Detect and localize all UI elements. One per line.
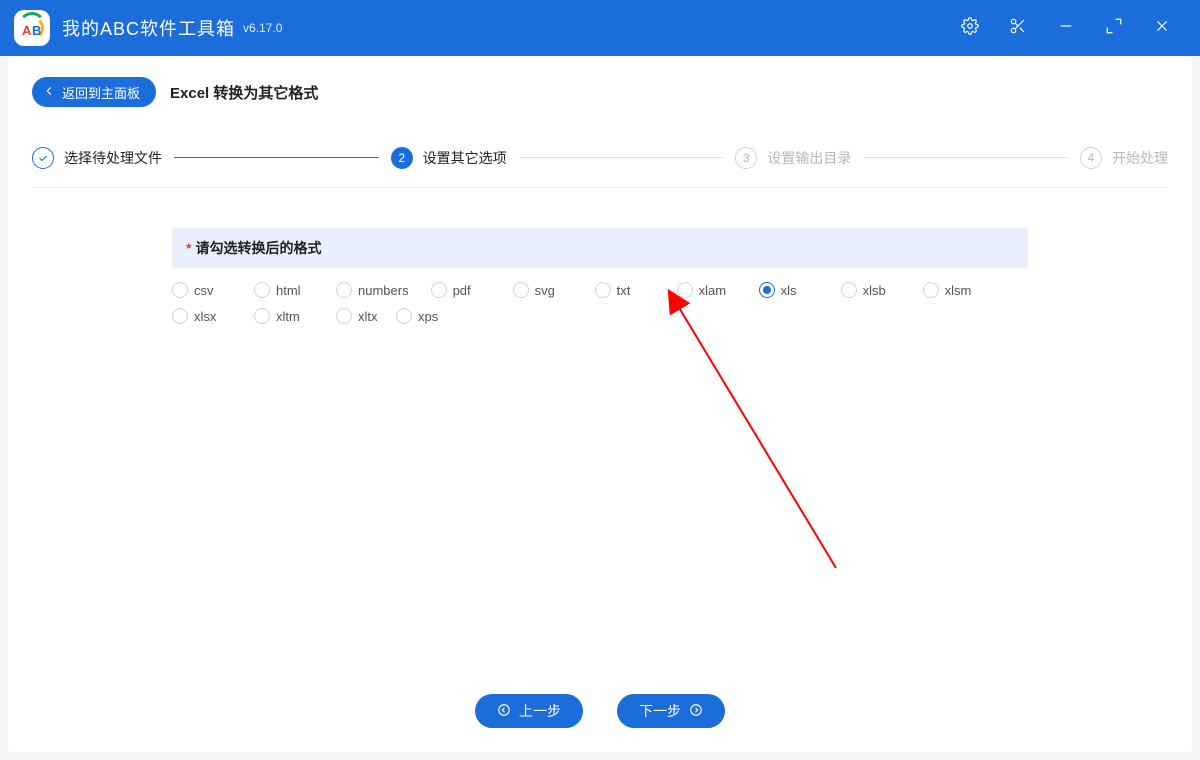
gear-icon: [961, 17, 979, 40]
step-3-label: 设置输出目录: [767, 148, 851, 168]
step-2[interactable]: 2 设置其它选项: [391, 147, 507, 169]
format-option-label: csv: [194, 283, 214, 298]
app-version: v6.17.0: [243, 21, 282, 35]
back-button-label: 返回到主面板: [62, 83, 140, 102]
step-4-number: 4: [1080, 147, 1102, 169]
chevron-left-icon: [42, 84, 56, 101]
step-line-1: [174, 157, 379, 158]
format-option-label: xltx: [358, 309, 378, 324]
prev-button[interactable]: 上一步: [475, 694, 583, 728]
step-1-label: 选择待处理文件: [64, 148, 162, 168]
app-logo: AB: [14, 10, 50, 46]
format-option-xltm[interactable]: xltm: [254, 308, 314, 324]
step-line-2: [519, 157, 724, 158]
format-option-xlam[interactable]: xlam: [677, 282, 737, 298]
format-option-label: xlsb: [863, 283, 886, 298]
tools-button[interactable]: [994, 0, 1042, 56]
check-icon: [32, 147, 54, 169]
radio-icon: [336, 308, 352, 324]
format-option-numbers[interactable]: numbers: [336, 282, 409, 298]
radio-icon: [595, 282, 611, 298]
page-header: 返回到主面板 Excel 转换为其它格式: [32, 56, 1168, 128]
maximize-button[interactable]: [1090, 0, 1138, 56]
format-option-label: numbers: [358, 283, 409, 298]
format-option-label: txt: [617, 283, 631, 298]
format-option-label: xltm: [276, 309, 300, 324]
app-title: 我的ABC软件工具箱: [62, 15, 235, 41]
format-option-label: svg: [535, 283, 555, 298]
step-2-number: 2: [391, 147, 413, 169]
format-option-xls[interactable]: xls: [759, 282, 819, 298]
page-title: Excel 转换为其它格式: [170, 82, 318, 103]
format-option-pdf[interactable]: pdf: [431, 282, 491, 298]
format-option-html[interactable]: html: [254, 282, 314, 298]
step-2-label: 设置其它选项: [423, 148, 507, 168]
step-4-label: 开始处理: [1112, 148, 1168, 168]
format-option-svg[interactable]: svg: [513, 282, 573, 298]
titlebar: AB 我的ABC软件工具箱 v6.17.0: [0, 0, 1200, 56]
format-option-xlsb[interactable]: xlsb: [841, 282, 901, 298]
settings-button[interactable]: [946, 0, 994, 56]
footer-nav: 上一步 下一步: [32, 674, 1168, 752]
format-option-label: pdf: [453, 283, 471, 298]
next-button[interactable]: 下一步: [617, 694, 725, 728]
step-3[interactable]: 3 设置输出目录: [735, 147, 851, 169]
radio-icon: [336, 282, 352, 298]
main-card: 返回到主面板 Excel 转换为其它格式 选择待处理文件 2 设置其它选项 3 …: [8, 56, 1192, 752]
format-option-csv[interactable]: csv: [172, 282, 232, 298]
format-radio-group: csv html numbers pdf svg txt xlam xls xlsb xlsm xl…: [172, 268, 1028, 324]
format-option-txt[interactable]: txt: [595, 282, 655, 298]
radio-icon: [759, 282, 775, 298]
step-4[interactable]: 4 开始处理: [1080, 147, 1168, 169]
format-option-label: html: [276, 283, 301, 298]
step-1[interactable]: 选择待处理文件: [32, 147, 162, 169]
radio-icon: [172, 308, 188, 324]
minimize-icon: [1057, 17, 1075, 40]
format-option-xlsx[interactable]: xlsx: [172, 308, 232, 324]
section-title-bar: *请勾选转换后的格式: [172, 228, 1028, 268]
format-option-xlsm[interactable]: xlsm: [923, 282, 983, 298]
step-line-3: [863, 157, 1068, 158]
radio-icon: [923, 282, 939, 298]
format-option-label: xlsx: [194, 309, 216, 324]
prev-button-label: 上一步: [519, 701, 561, 721]
radio-icon: [677, 282, 693, 298]
radio-icon: [396, 308, 412, 324]
chevron-left-circle-icon: [497, 703, 511, 720]
stepper: 选择待处理文件 2 设置其它选项 3 设置输出目录 4 开始处理: [32, 128, 1168, 188]
page-body: 返回到主面板 Excel 转换为其它格式 选择待处理文件 2 设置其它选项 3 …: [0, 56, 1200, 760]
chevron-right-circle-icon: [689, 703, 703, 720]
format-option-xps[interactable]: xps: [396, 308, 456, 324]
radio-icon: [431, 282, 447, 298]
back-button[interactable]: 返回到主面板: [32, 77, 156, 107]
format-option-label: xps: [418, 309, 438, 324]
maximize-icon: [1105, 17, 1123, 40]
radio-icon: [513, 282, 529, 298]
required-mark: *: [186, 240, 191, 256]
format-option-label: xlsm: [945, 283, 972, 298]
radio-icon: [254, 308, 270, 324]
format-option-label: xls: [781, 283, 797, 298]
format-option-xltx[interactable]: xltx: [336, 308, 396, 324]
close-button[interactable]: [1138, 0, 1186, 56]
section-title-text: 请勾选转换后的格式: [195, 240, 321, 256]
form-area: *请勾选转换后的格式 csv html numbers pdf svg txt xlam xl…: [32, 188, 1168, 674]
next-button-label: 下一步: [639, 701, 681, 721]
step-3-number: 3: [735, 147, 757, 169]
radio-icon: [841, 282, 857, 298]
scissors-icon: [1009, 17, 1027, 40]
close-icon: [1153, 17, 1171, 40]
radio-icon: [172, 282, 188, 298]
radio-icon: [254, 282, 270, 298]
minimize-button[interactable]: [1042, 0, 1090, 56]
format-option-label: xlam: [699, 283, 726, 298]
